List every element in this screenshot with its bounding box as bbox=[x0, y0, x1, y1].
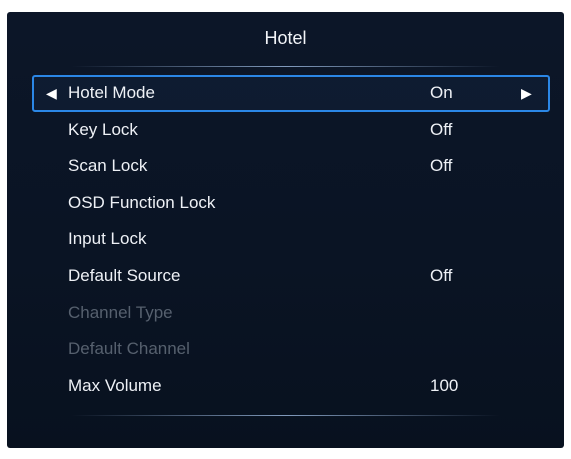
menu-item-value: On bbox=[430, 83, 453, 102]
hotel-menu-panel: Hotel ◀ Hotel Mode On ▶ Key Lock Off Sca… bbox=[7, 12, 564, 448]
menu-item-label: Default Channel bbox=[68, 339, 190, 359]
menu-item-scan-lock[interactable]: Scan Lock Off bbox=[7, 148, 564, 185]
menu-item-max-volume[interactable]: Max Volume 100 bbox=[7, 368, 564, 405]
arrow-left-icon[interactable]: ◀ bbox=[46, 85, 57, 102]
bottom-divider bbox=[71, 415, 500, 416]
menu-item-value: 100 bbox=[430, 375, 459, 395]
menu-item-label: Scan Lock bbox=[68, 156, 148, 176]
menu-item-label: Max Volume bbox=[68, 375, 162, 395]
menu-item-default-source[interactable]: Default Source Off bbox=[7, 258, 564, 295]
menu-item-label: Default Source bbox=[68, 265, 181, 285]
menu-item-key-lock[interactable]: Key Lock Off bbox=[7, 112, 564, 149]
menu-item-osd-function-lock[interactable]: OSD Function Lock bbox=[7, 185, 564, 222]
menu-title: Hotel bbox=[264, 28, 307, 48]
menu-item-label: Hotel Mode bbox=[68, 83, 155, 102]
menu-item-default-channel: Default Channel bbox=[7, 331, 564, 368]
menu-item-input-lock[interactable]: Input Lock bbox=[7, 221, 564, 258]
menu-item-value: Off bbox=[430, 119, 453, 139]
menu-item-channel-type: Channel Type bbox=[7, 295, 564, 332]
menu-item-label: Input Lock bbox=[68, 229, 147, 249]
menu-item-label: OSD Function Lock bbox=[68, 192, 216, 212]
menu-item-value: Off bbox=[430, 156, 453, 176]
menu-list: ◀ Hotel Mode On ▶ Key Lock Off Scan Lock… bbox=[7, 75, 564, 404]
menu-item-label: Channel Type bbox=[68, 302, 173, 322]
arrow-right-icon[interactable]: ▶ bbox=[521, 85, 532, 102]
menu-item-hotel-mode[interactable]: ◀ Hotel Mode On ▶ bbox=[32, 75, 550, 112]
top-divider bbox=[71, 66, 500, 67]
menu-item-value: Off bbox=[430, 265, 453, 285]
menu-item-label: Key Lock bbox=[68, 119, 138, 139]
